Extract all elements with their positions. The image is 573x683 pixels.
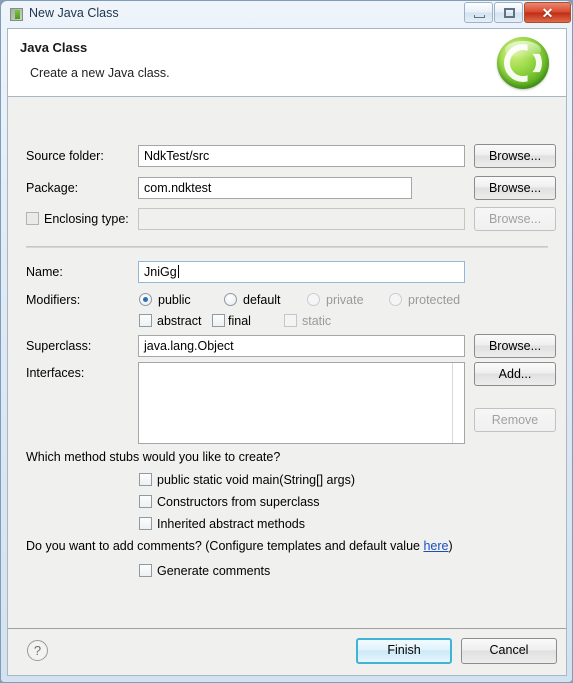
cancel-button[interactable]: Cancel bbox=[461, 638, 557, 664]
source-folder-input[interactable]: NdkTest/src bbox=[138, 145, 465, 167]
modifier-radio-private bbox=[307, 293, 320, 306]
source-folder-label: Source folder: bbox=[26, 149, 104, 163]
enclosing-type-browse-button: Browse... bbox=[474, 207, 556, 231]
superclass-input[interactable]: java.lang.Object bbox=[138, 335, 465, 357]
interfaces-remove-button: Remove bbox=[474, 408, 556, 432]
configure-templates-link[interactable]: here bbox=[423, 539, 448, 553]
stub-label-constructors: Constructors from superclass bbox=[157, 495, 320, 509]
java-class-icon bbox=[10, 8, 23, 21]
interfaces-listbox[interactable] bbox=[138, 362, 465, 444]
title-bar: New Java Class ✕ bbox=[1, 1, 573, 28]
stub-checkbox-constructors[interactable] bbox=[139, 495, 152, 508]
minimize-button[interactable] bbox=[464, 2, 493, 23]
modifier-label-final: final bbox=[228, 314, 251, 328]
window-title: New Java Class bbox=[29, 6, 119, 20]
comments-question: Do you want to add comments? (Configure … bbox=[26, 539, 453, 553]
dialog-window: New Java Class ✕ Java Class Create a new… bbox=[0, 0, 573, 683]
stub-checkbox-inherited-abstract[interactable] bbox=[139, 517, 152, 530]
modifier-label-protected: protected bbox=[408, 293, 461, 307]
separator-top bbox=[26, 246, 548, 248]
help-icon[interactable]: ? bbox=[27, 640, 48, 661]
dialog-content: Java Class Create a new Java class. Sour… bbox=[7, 28, 567, 676]
modifier-checkbox-static bbox=[284, 314, 297, 327]
comments-question-prefix: Do you want to add comments? (Configure … bbox=[26, 539, 424, 553]
enclosing-type-label: Enclosing type: bbox=[44, 212, 129, 226]
page-subtitle: Create a new Java class. bbox=[30, 66, 170, 80]
modifier-label-private: private bbox=[326, 293, 364, 307]
package-label: Package: bbox=[26, 181, 79, 195]
modifier-radio-protected bbox=[389, 293, 402, 306]
dialog-header: Java Class Create a new Java class. bbox=[8, 29, 566, 97]
method-stubs-question: Which method stubs would you like to cre… bbox=[26, 450, 281, 464]
interfaces-scrollbar[interactable] bbox=[452, 363, 464, 443]
modifier-radio-public[interactable] bbox=[139, 293, 152, 306]
close-icon: ✕ bbox=[541, 5, 554, 21]
generate-comments-label: Generate comments bbox=[157, 564, 271, 578]
interfaces-label: Interfaces: bbox=[26, 366, 85, 380]
stub-label-inherited-abstract: Inherited abstract methods bbox=[157, 517, 305, 531]
stub-checkbox-main-method[interactable] bbox=[139, 473, 152, 486]
dialog-body: Source folder: NdkTest/src Browse... Pac… bbox=[8, 98, 566, 629]
modifier-label-abstract: abstract bbox=[157, 314, 202, 328]
stub-label-main-method: public static void main(String[] args) bbox=[157, 473, 355, 487]
modifier-checkbox-final[interactable] bbox=[212, 314, 225, 327]
superclass-label: Superclass: bbox=[26, 339, 92, 353]
superclass-browse-button[interactable]: Browse... bbox=[474, 334, 556, 358]
name-input-value: JniGg bbox=[144, 265, 177, 279]
maximize-button[interactable] bbox=[494, 2, 523, 23]
modifier-radio-default[interactable] bbox=[224, 293, 237, 306]
page-title: Java Class bbox=[20, 40, 88, 55]
dialog-footer: ? Finish Cancel bbox=[8, 628, 566, 675]
modifiers-label: Modifiers: bbox=[26, 293, 81, 307]
enclosing-type-checkbox[interactable] bbox=[26, 212, 39, 225]
package-browse-button[interactable]: Browse... bbox=[474, 176, 556, 200]
enclosing-type-input bbox=[138, 208, 465, 230]
window-controls: ✕ bbox=[463, 2, 571, 23]
name-label: Name: bbox=[26, 265, 63, 279]
green-c-badge-icon bbox=[497, 37, 549, 89]
source-folder-browse-button[interactable]: Browse... bbox=[474, 144, 556, 168]
modifier-label-static: static bbox=[302, 314, 332, 328]
comments-question-suffix: ) bbox=[448, 539, 453, 553]
modifier-label-public: public bbox=[158, 293, 191, 307]
modifier-label-default: default bbox=[243, 293, 281, 307]
generate-comments-checkbox[interactable] bbox=[139, 564, 152, 577]
package-input[interactable]: com.ndktest bbox=[138, 177, 412, 199]
close-button[interactable]: ✕ bbox=[524, 2, 571, 23]
modifier-checkbox-abstract[interactable] bbox=[139, 314, 152, 327]
name-input[interactable]: JniGg bbox=[138, 261, 465, 283]
text-caret bbox=[177, 265, 179, 278]
interfaces-add-button[interactable]: Add... bbox=[474, 362, 556, 386]
finish-button[interactable]: Finish bbox=[356, 638, 452, 664]
